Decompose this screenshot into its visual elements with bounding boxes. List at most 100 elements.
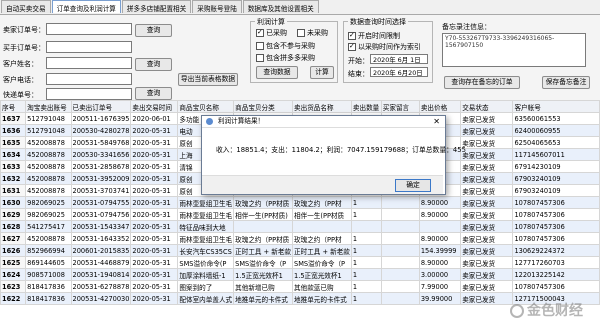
table-cell: 452008878 [25,160,72,173]
unpurchased-checkbox[interactable]: 未采购 [297,28,328,38]
tab-pdd-config[interactable]: 拼多多店铺配置相关 [121,0,192,13]
table-cell: 200530-3341656 [70,148,132,161]
buyer-order-label: 买手订单号： [3,44,45,52]
table-cell: 200531-3952009 [70,172,132,185]
query-memo-button[interactable]: 查询存在备忘的订单 [444,76,520,89]
calculate-button[interactable]: 计算 [310,66,334,79]
customer-phone-input[interactable] [46,73,132,85]
memo-textarea[interactable]: Y70-553267T9733-3396249316065-1567907150 [442,33,586,67]
column-header[interactable]: 卖出价格 [418,100,462,113]
query-button-3[interactable]: 查询 [135,87,172,100]
table-row[interactable]: 1629 982069025 200531-0794756 2020-05-31 雨林壶… [0,208,600,221]
seller-order-input[interactable] [46,23,132,35]
watermark-circle-icon [510,304,524,318]
table-cell [350,220,382,233]
table-cell: SMS溢价命令（P [292,256,352,269]
profit-group-title: 利润计算 [255,17,287,27]
table-cell: 107807457306 [512,232,600,245]
use-purchase-time-checkbox[interactable]: 以采购时间作为索引 [348,42,421,52]
export-button[interactable]: 导出当前表格数据 [178,73,238,86]
column-header[interactable]: 商品宝贝名称 [177,100,235,113]
close-icon[interactable]: ✕ [433,116,440,127]
table-cell: 雨林壶复组卫生毛 [177,232,235,245]
table-cell: 107807457306 [512,208,600,221]
end-date-picker[interactable]: 2020年 6月20日 [370,67,428,77]
table-cell [380,232,420,245]
table-cell: 982069025 [25,208,72,221]
purchased-checkbox[interactable]: 已采购 [256,28,287,38]
table-row[interactable]: 1630 982069025 200531-0794755 2020-05-31 雨林壶… [0,196,600,209]
table-cell: 2020-05-31 [130,208,179,221]
table-row[interactable]: 1623 818417836 200531-6278878 2020-05-31 图案到… [0,280,600,293]
table-cell: 2020-05-31 [130,268,179,281]
query-button[interactable]: 查询 [135,24,172,37]
column-header[interactable]: 买家留言 [380,100,420,113]
table-cell: 2020-05-31 [130,292,179,305]
table-row[interactable]: 1627 452008878 200531-1643352 2020-05-31 雨林壶… [0,232,600,245]
table-cell: 117145607011 [512,148,600,161]
table-cell: 1628 [0,220,27,233]
table-cell: 200531-1940814 [70,268,132,281]
table-cell: 512791048 [25,112,72,125]
table-cell: 卖家已发货 [460,184,514,197]
profit-result-dialog: 利润计算结果！ ✕ 收入：18851.4；支出：11804.2；利润：7047.… [201,115,466,195]
table-cell: 长安汽车CS35CS [177,244,235,257]
include-pdd-checkbox[interactable]: 包含拼多多采购 [256,53,315,63]
table-cell: 1627 [0,232,27,245]
query-button-2[interactable]: 查询 [135,58,172,71]
table-row[interactable]: 1628 541275417 200531-1543347 2020-05-31 特征品… [0,220,600,233]
table-cell: 1633 [0,160,27,173]
table-cell [380,292,420,305]
ok-button[interactable]: 确定 [395,179,431,192]
tab-purchase-login[interactable]: 采购账号登陆 [192,0,242,13]
column-header[interactable]: 卖出数量 [350,100,382,113]
enable-time-limit-checkbox[interactable]: 开启时间限制 [348,31,400,41]
table-cell: 相伴一生(PP材质) [233,208,294,221]
table-cell: 2020-05-31 [130,232,179,245]
table-cell: 62400060955 [512,124,600,137]
table-cell: 1631 [0,184,27,197]
tab-auto-trade[interactable]: 自动买卖交易 [1,0,51,13]
save-memo-button[interactable]: 保存备忘备注 [542,76,590,89]
tab-db-settings[interactable]: 数据库及其他设置相关 [242,0,319,13]
start-date-picker[interactable]: 2020年 6月 1日 [370,54,428,64]
table-row[interactable]: 1624 908571008 200531-1940814 2020-05-31 加厚涂… [0,268,600,281]
tracking-input[interactable] [46,88,132,100]
column-header[interactable]: 商品宝贝分类 [233,100,294,113]
include-nopurchase-checkbox[interactable]: 包含不参与采购 [256,41,315,51]
table-row[interactable]: 1626 852966994 200601-2015835 2020-05-31 长安汽… [0,244,600,257]
table-cell: 卖家已发货 [460,196,514,209]
tab-bar: 自动买卖交易 订单查询及利润计算 拼多多店铺配置相关 采购账号登陆 数据库及其他… [0,0,600,14]
table-cell: 200531-5849768 [70,136,132,149]
tracking-label: 快递单号： [3,91,38,99]
column-header[interactable]: 客户帐号 [512,100,600,113]
column-header[interactable]: 序号 [0,100,27,113]
table-cell: 130629224372 [512,244,600,257]
table-cell [380,280,420,293]
customer-name-input[interactable] [46,57,132,69]
table-cell: 1625 [0,256,27,269]
column-header[interactable]: 卖出货品名称 [292,100,352,113]
table-cell: 卖家已发货 [460,256,514,269]
table-cell: 1 [350,292,382,305]
table-cell: 1.5正宽光效杯1 [233,268,294,281]
table-cell: 1 [350,232,382,245]
column-header[interactable]: 交易状态 [460,100,514,113]
table-cell: 67903240109 [512,184,600,197]
column-header[interactable]: 卖出交易时间 [130,100,179,113]
table-cell: 852966994 [25,244,72,257]
table-cell: 67903240109 [512,172,600,185]
table-row[interactable]: 1625 869144605 200531-4468879 2020-05-31 SMS… [0,256,600,269]
query-data-button[interactable]: 查询数据 [256,66,298,79]
table-cell: 加厚涂料墙纸-1 [177,268,235,281]
table-cell: 62504065653 [512,136,600,149]
table-cell: 1629 [0,208,27,221]
column-header[interactable]: 淘宝卖出账号 [25,100,72,113]
table-cell: 908571008 [25,268,72,281]
buyer-order-input[interactable] [46,41,132,53]
checkbox-checked-icon [348,31,356,40]
tab-order-query[interactable]: 订单查询及利润计算 [51,0,121,13]
column-header[interactable]: 已卖出订单号 [70,100,132,113]
checkbox-checked-icon [348,42,356,51]
table-cell: 67914230109 [512,160,600,173]
